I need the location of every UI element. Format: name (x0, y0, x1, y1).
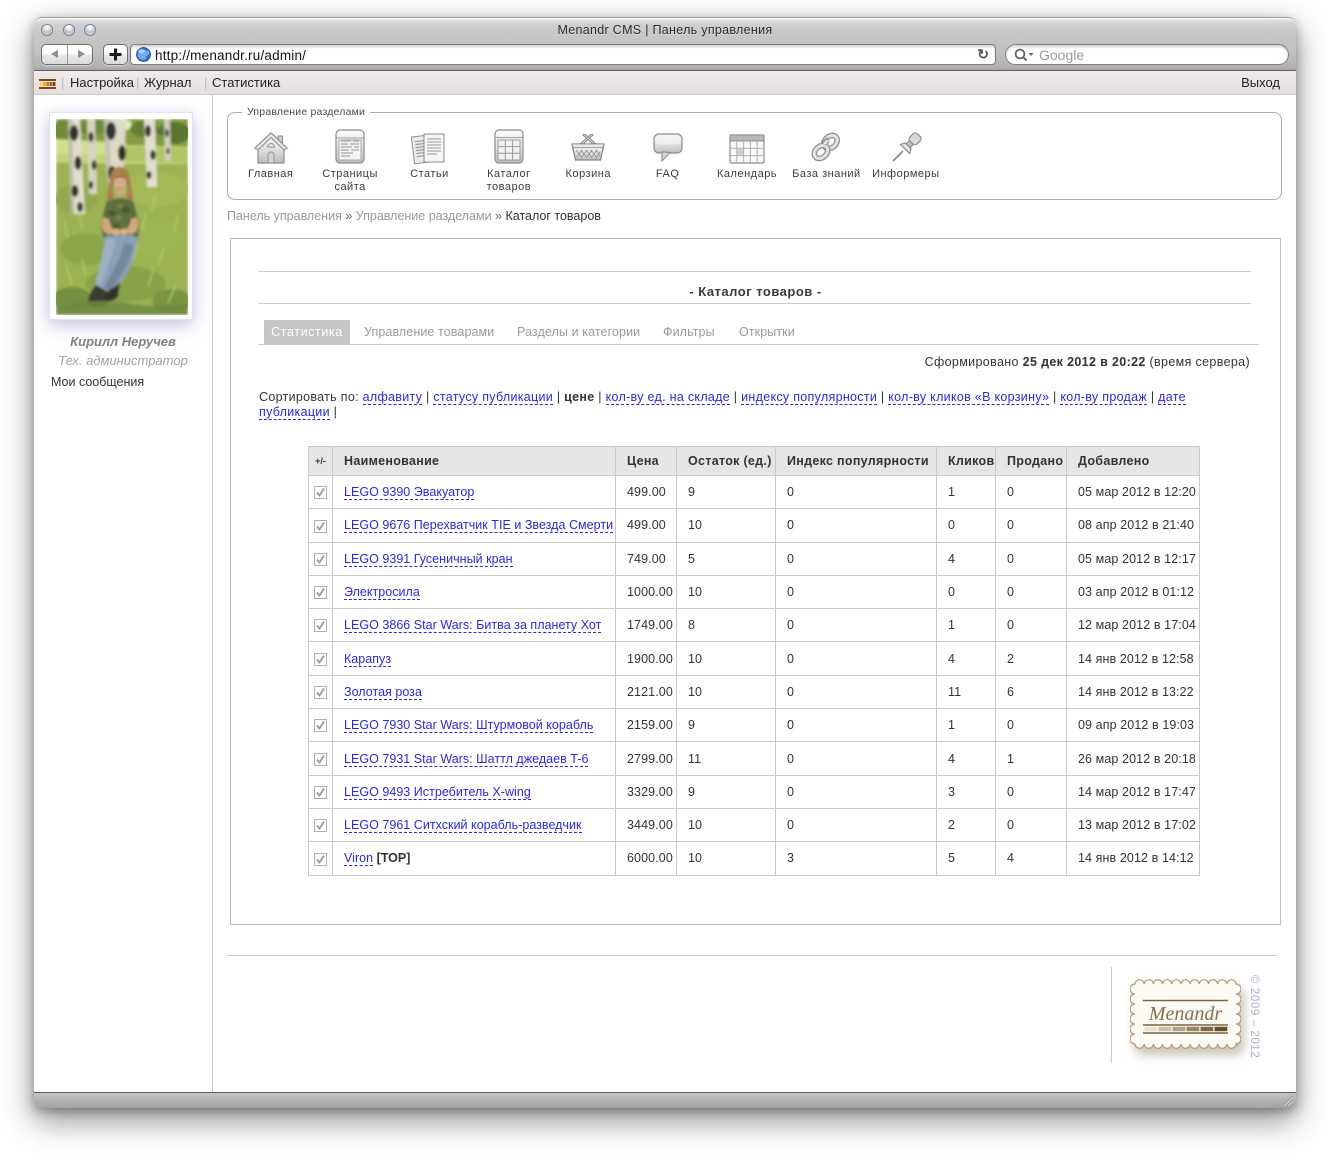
svg-text:Menandr: Menandr (1148, 1003, 1223, 1025)
